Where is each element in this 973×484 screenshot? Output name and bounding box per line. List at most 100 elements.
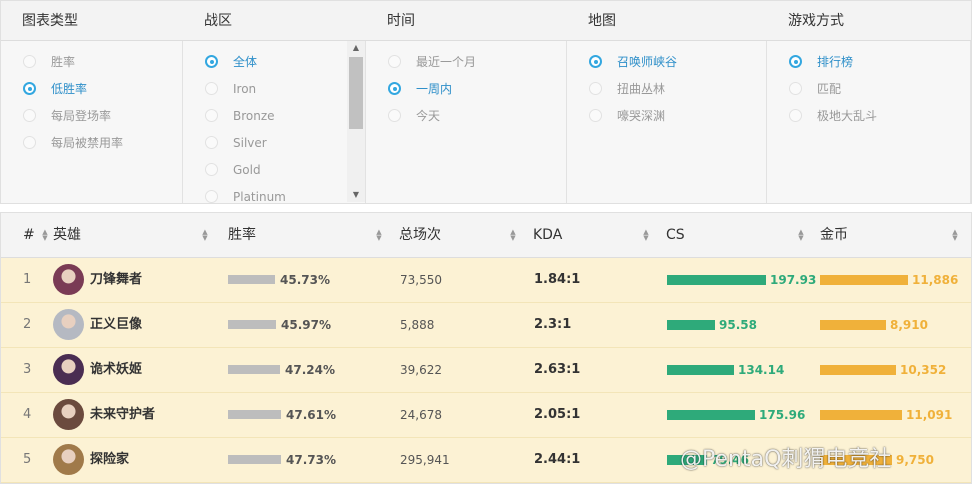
hero-name[interactable]: 未来守护者 (90, 393, 155, 437)
filter-time-title: 时间 (366, 1, 567, 41)
filter-region-title: 战区 (183, 1, 366, 41)
winrate-value: 47.24% (285, 363, 335, 377)
filter-panel: 图表类型 胜率 低胜率 每局登场率 每局被禁用率 战区 全体 Iron Bronze Sil… (0, 0, 972, 204)
radio-selected-icon[interactable] (589, 55, 602, 68)
sort-hero-icon[interactable]: ▲ ▼ (201, 229, 209, 242)
hero-avatar[interactable] (53, 264, 84, 295)
filter-option-label: 低胜率 (51, 82, 88, 96)
table-row[interactable]: 2 正义巨像 45.97% 5,888 2.3:1 95.58 8,910 (1, 303, 971, 348)
scroll-up-icon[interactable]: ▲ (347, 41, 365, 55)
gold-value: 9,750 (896, 453, 934, 467)
radio-icon[interactable] (23, 109, 36, 122)
sort-rank-icon[interactable]: ▲ ▼ (41, 229, 49, 242)
cs-bar (667, 320, 715, 330)
sort-kda-icon[interactable]: ▲ ▼ (642, 229, 650, 242)
watermark: @PentaQ刺猬电竞社 (680, 447, 892, 472)
kda-cell: 2.44:1 (534, 452, 581, 467)
table-row[interactable]: 3 诡术妖姬 47.24% 39,622 2.63:1 134.14 10,352 (1, 348, 971, 393)
filter-option-label: 召唤师峡谷 (617, 55, 678, 69)
winrate-bar (228, 275, 275, 284)
winrate-value: 45.97% (281, 318, 331, 332)
table-row[interactable]: 4 未来守护者 47.61% 24,678 2.05:1 175.96 11,091 (1, 393, 971, 438)
winrate-bar (228, 365, 280, 374)
cs-bar (667, 275, 766, 285)
games-cell: 24,678 (400, 408, 442, 422)
radio-selected-icon[interactable] (23, 82, 36, 95)
filter-option-label: 每局被禁用率 (51, 136, 124, 150)
filter-time: 时间 最近一个月 一周内 今天 (366, 1, 567, 203)
sort-games-icon[interactable]: ▲ ▼ (509, 229, 517, 242)
gold-bar (820, 275, 908, 285)
radio-icon[interactable] (23, 55, 36, 68)
gold-value: 10,352 (900, 363, 947, 377)
header-kda[interactable]: KDA (533, 213, 562, 257)
hero-avatar[interactable] (53, 399, 84, 430)
filter-mode: 游戏方式 排行榜 匹配 极地大乱斗 (767, 1, 971, 203)
header-gold[interactable]: 金币 (820, 213, 848, 257)
cs-value: 134.14 (738, 363, 785, 377)
filter-option-label: 最近一个月 (416, 55, 477, 69)
radio-icon[interactable] (205, 109, 218, 122)
filter-option-label: 每局登场率 (51, 109, 112, 123)
kda-cell: 2.63:1 (534, 362, 581, 377)
radio-icon[interactable] (205, 136, 218, 149)
header-hero[interactable]: 英雄 (53, 213, 81, 257)
filter-chart-type-title: 图表类型 (1, 1, 183, 41)
sort-gold-icon[interactable]: ▲ ▼ (951, 229, 959, 242)
kda-cell: 2.3:1 (534, 317, 572, 332)
filter-chart-type-options: 胜率 低胜率 每局登场率 每局被禁用率 (1, 41, 183, 203)
filter-mode-options: 排行榜 匹配 极地大乱斗 (767, 41, 971, 203)
radio-selected-icon[interactable] (205, 55, 218, 68)
filter-region-options: 全体 Iron Bronze Silver Gold Platinum (183, 41, 366, 204)
scroll-down-icon[interactable]: ▼ (347, 188, 365, 202)
rank-cell: 5 (23, 452, 32, 467)
hero-avatar[interactable] (53, 309, 84, 340)
hero-name[interactable]: 正义巨像 (90, 303, 142, 347)
scroll-thumb[interactable] (349, 57, 363, 129)
cs-bar (667, 365, 734, 375)
games-cell: 295,941 (400, 453, 450, 467)
filter-option-label: 极地大乱斗 (817, 109, 878, 123)
sort-cs-icon[interactable]: ▲ ▼ (797, 229, 805, 242)
games-cell: 73,550 (400, 273, 442, 287)
table-row[interactable]: 1 刀锋舞者 45.73% 73,550 1.84:1 197.93 11,886 (1, 258, 971, 303)
winrate-bar (228, 410, 281, 419)
gold-value: 11,091 (906, 408, 953, 422)
radio-icon[interactable] (789, 82, 802, 95)
header-games[interactable]: 总场次 (399, 213, 441, 257)
hero-name[interactable]: 诡术妖姬 (90, 348, 142, 392)
cs-bar (667, 410, 755, 420)
radio-icon[interactable] (789, 109, 802, 122)
hero-name[interactable]: 探险家 (90, 438, 129, 482)
kda-cell: 1.84:1 (534, 272, 581, 287)
radio-icon[interactable] (205, 190, 218, 203)
region-scrollbar[interactable]: ▲ ▼ (347, 41, 365, 202)
header-winrate[interactable]: 胜率 (228, 213, 256, 257)
winrate-bar (228, 320, 276, 329)
filter-option-label: Gold (233, 163, 261, 177)
cs-value: 175.96 (759, 408, 806, 422)
rank-cell: 2 (23, 317, 32, 332)
radio-icon[interactable] (589, 82, 602, 95)
radio-icon[interactable] (205, 82, 218, 95)
sort-winrate-icon[interactable]: ▲ ▼ (375, 229, 383, 242)
filter-option-label: Silver (233, 136, 267, 150)
hero-avatar[interactable] (53, 354, 84, 385)
gold-value: 8,910 (890, 318, 928, 332)
radio-selected-icon[interactable] (388, 82, 401, 95)
radio-icon[interactable] (205, 163, 218, 176)
filter-option-label: 扭曲丛林 (617, 82, 666, 96)
gold-bar (820, 365, 896, 375)
filter-map: 地图 召唤师峡谷 扭曲丛林 嚎哭深渊 (567, 1, 767, 203)
header-cs[interactable]: CS (666, 213, 685, 257)
hero-name[interactable]: 刀锋舞者 (90, 258, 142, 302)
kda-cell: 2.05:1 (534, 407, 581, 422)
radio-icon[interactable] (23, 136, 36, 149)
radio-icon[interactable] (589, 109, 602, 122)
hero-avatar[interactable] (53, 444, 84, 475)
radio-icon[interactable] (388, 55, 401, 68)
filter-option-label: 排行榜 (817, 55, 854, 69)
radio-icon[interactable] (388, 109, 401, 122)
filter-option-label: 全体 (233, 55, 258, 69)
radio-selected-icon[interactable] (789, 55, 802, 68)
